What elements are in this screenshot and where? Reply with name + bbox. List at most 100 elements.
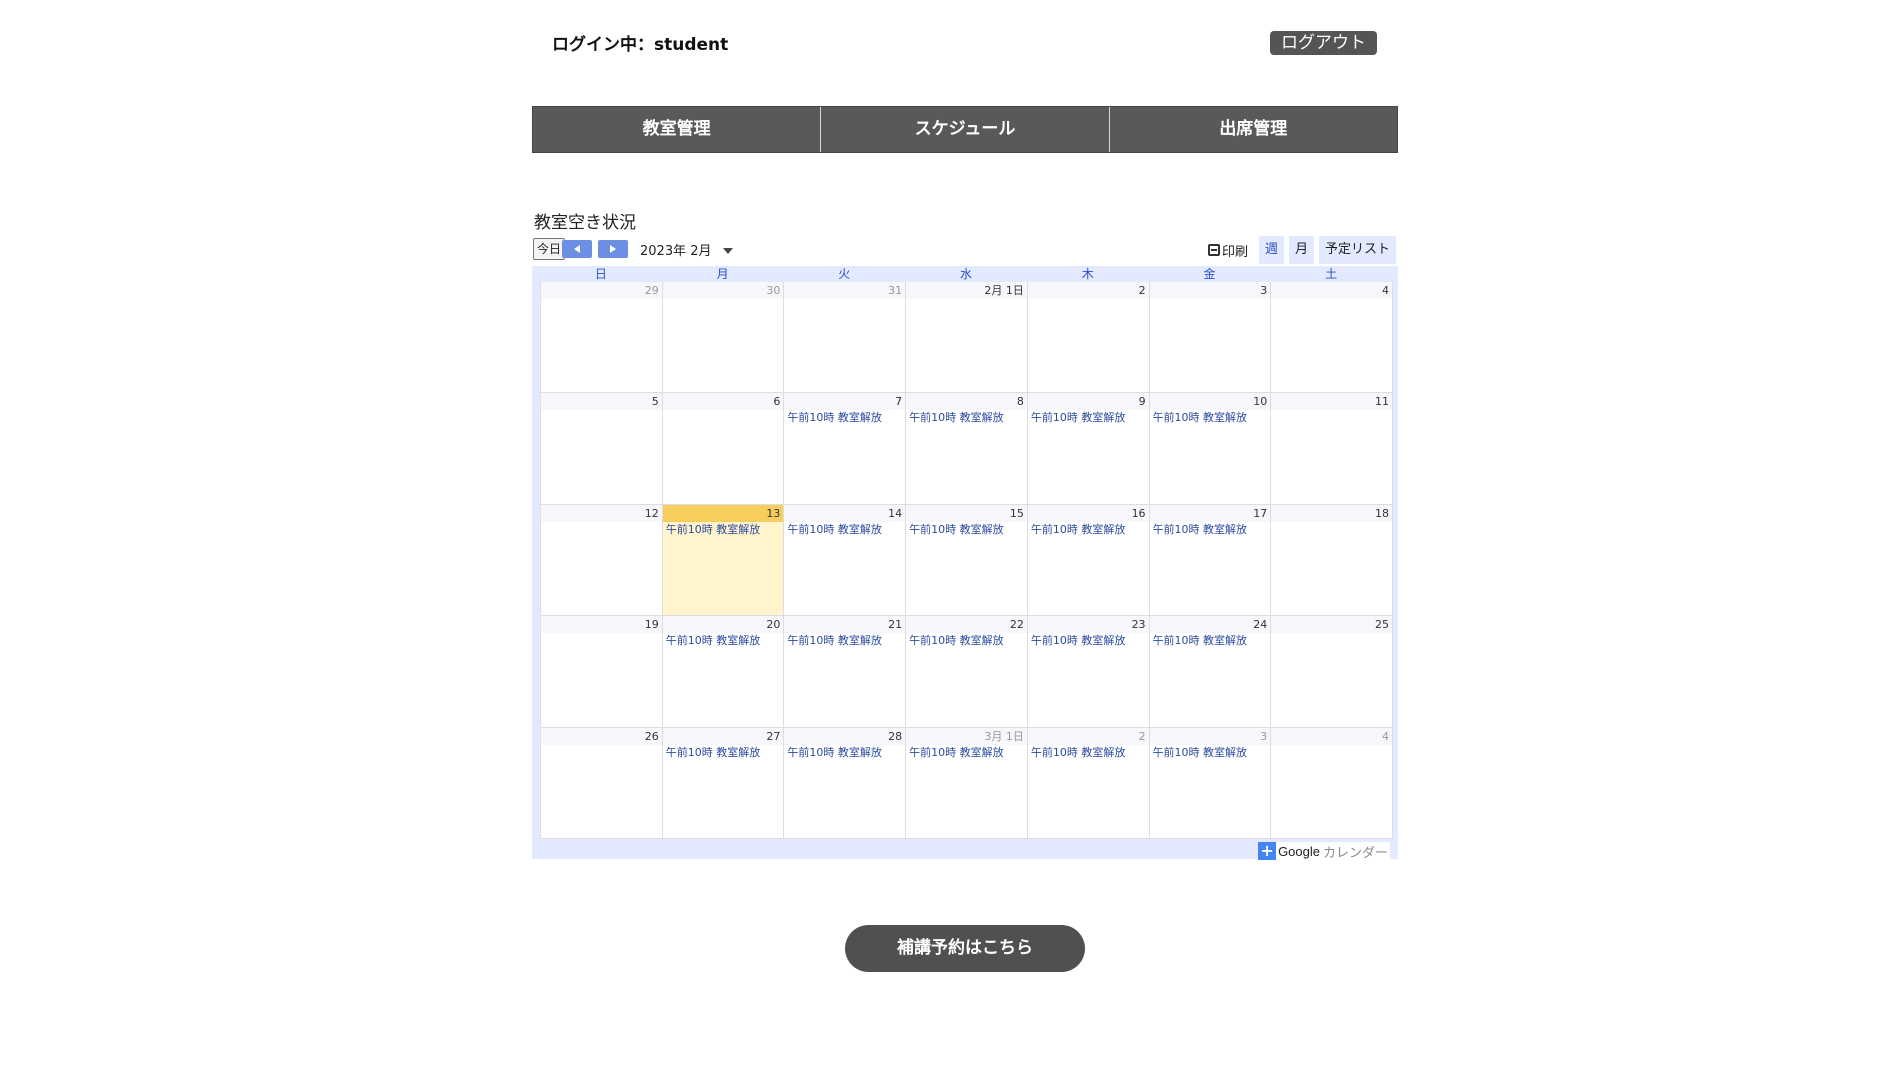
google-logo-text: Google: [1278, 843, 1320, 859]
chevron-right-icon: [610, 245, 616, 253]
day-number: 18: [1271, 504, 1392, 522]
day-cell[interactable]: 31: [784, 282, 907, 394]
day-cell[interactable]: 26: [541, 727, 663, 839]
chevron-left-icon: [574, 245, 580, 253]
print-label: 印刷: [1221, 244, 1248, 260]
day-cell[interactable]: 8 午前10時 教室解放: [906, 393, 1028, 505]
weekday-label: 日: [594, 267, 607, 281]
day-cell[interactable]: 23 午前10時 教室解放: [1027, 616, 1150, 728]
day-cell[interactable]: 15 午前10時 教室解放: [906, 504, 1028, 617]
day-cell[interactable]: 14 午前10時 教室解放: [784, 504, 907, 617]
day-number: 19: [541, 616, 662, 634]
day-number: 3月 1日: [906, 727, 1027, 745]
nav-item-classroom[interactable]: 教室管理: [533, 107, 822, 152]
day-cell[interactable]: 7 午前10時 教室解放: [784, 393, 907, 505]
day-number: 23: [1027, 616, 1149, 634]
nav-item-attendance[interactable]: 出席管理: [1110, 107, 1397, 152]
day-cell[interactable]: 10 午前10時 教室解放: [1149, 393, 1272, 505]
calendar-event[interactable]: 午前10時 教室解放: [906, 745, 1027, 761]
calendar-event[interactable]: 午前10時 教室解放: [1150, 522, 1271, 538]
day-cell[interactable]: 16 午前10時 教室解放: [1027, 504, 1150, 617]
next-month-button[interactable]: [598, 240, 628, 258]
day-number: 2月 1日: [906, 282, 1027, 299]
weekday-label: 木: [1081, 267, 1094, 281]
calendar-widget: 今日 2023年 2月 印刷 週 月 予定リスト 日月火水木金土 29 30 31 2: [532, 234, 1398, 861]
calendar-event[interactable]: 午前10時 教室解放: [1028, 633, 1149, 649]
day-cell[interactable]: 11: [1271, 393, 1393, 505]
day-number: 3: [1149, 282, 1271, 299]
day-number: 22: [906, 616, 1027, 634]
printer-icon: [1207, 244, 1220, 256]
day-number: 11: [1271, 393, 1392, 411]
view-tools: 印刷 週 月 予定リスト: [1207, 236, 1396, 264]
day-cell[interactable]: 12: [541, 504, 663, 617]
day-number: 6: [662, 393, 784, 411]
view-tab-agenda[interactable]: 予定リスト: [1318, 236, 1396, 264]
day-number: 7: [784, 393, 906, 411]
day-cell[interactable]: 3: [1149, 282, 1272, 394]
calendar-event[interactable]: 午前10時 教室解放: [1150, 633, 1271, 649]
day-cell[interactable]: 17 午前10時 教室解放: [1149, 504, 1272, 617]
calendar-event[interactable]: 午前10時 教室解放: [1028, 410, 1149, 426]
day-cell[interactable]: 4: [1271, 282, 1393, 394]
day-cell-today[interactable]: 13 午前10時 教室解放: [662, 504, 785, 617]
nav-item-schedule[interactable]: スケジュール: [821, 107, 1110, 152]
day-cell[interactable]: 3月 1日 午前10時 教室解放: [906, 727, 1028, 839]
caret-down-icon[interactable]: [723, 248, 733, 254]
calendar-event[interactable]: 午前10時 教室解放: [1028, 522, 1149, 538]
calendar-event[interactable]: 午前10時 教室解放: [1028, 745, 1149, 761]
day-number: 17: [1149, 504, 1271, 522]
month-grid: 29 30 31 2月 1日 2 3 4 5 6 7 午前10時 教室解放 8 午前10時 教室解放 9 午…: [540, 282, 1393, 839]
day-cell[interactable]: 4: [1271, 727, 1393, 839]
makeup-booking-button[interactable]: 補講予約はこちら: [845, 925, 1085, 972]
google-calendar-link[interactable]: + Google カレンダー: [1258, 842, 1390, 861]
day-cell[interactable]: 6: [662, 393, 785, 505]
calendar-event[interactable]: 午前10時 教室解放: [906, 633, 1027, 649]
calendar-word: カレンダー: [1322, 845, 1388, 861]
day-cell[interactable]: 2 午前10時 教室解放: [1027, 727, 1150, 839]
logout-button[interactable]: ログアウト: [1270, 31, 1377, 55]
day-cell[interactable]: 25: [1271, 616, 1393, 728]
day-number: 29: [541, 282, 662, 299]
calendar-event[interactable]: 午前10時 教室解放: [784, 410, 905, 426]
day-number: 8: [906, 393, 1027, 411]
day-cell[interactable]: 3 午前10時 教室解放: [1149, 727, 1272, 839]
day-cell[interactable]: 18: [1271, 504, 1393, 617]
today-button[interactable]: 今日: [533, 238, 566, 260]
day-number: 26: [541, 727, 662, 745]
prev-month-button[interactable]: [562, 240, 592, 258]
calendar-event[interactable]: 午前10時 教室解放: [784, 745, 905, 761]
day-number: 3: [1149, 727, 1271, 745]
view-tab-month[interactable]: 月: [1288, 236, 1314, 264]
month-label[interactable]: 2023年 2月: [640, 240, 712, 259]
calendar-event[interactable]: 午前10時 教室解放: [784, 633, 905, 649]
day-cell[interactable]: 27 午前10時 教室解放: [662, 727, 785, 839]
day-cell[interactable]: 2月 1日: [906, 282, 1028, 394]
calendar-event[interactable]: 午前10時 教室解放: [1150, 410, 1271, 426]
day-cell[interactable]: 2: [1027, 282, 1150, 394]
day-number: 9: [1027, 393, 1149, 411]
day-cell[interactable]: 5: [541, 393, 663, 505]
calendar-event[interactable]: 午前10時 教室解放: [906, 522, 1027, 538]
calendar-event[interactable]: 午前10時 教室解放: [906, 410, 1027, 426]
day-cell[interactable]: 21 午前10時 教室解放: [784, 616, 907, 728]
day-number: 21: [784, 616, 906, 634]
weekday-label: 水: [960, 267, 973, 281]
view-tab-week[interactable]: 週: [1258, 236, 1284, 264]
day-number: 20: [662, 616, 784, 634]
day-cell[interactable]: 9 午前10時 教室解放: [1027, 393, 1150, 505]
calendar-event[interactable]: 午前10時 教室解放: [784, 522, 905, 538]
day-cell[interactable]: 29: [541, 282, 663, 394]
day-cell[interactable]: 30: [662, 282, 785, 394]
day-cell[interactable]: 19: [541, 616, 663, 728]
calendar-event[interactable]: 午前10時 教室解放: [1150, 745, 1271, 761]
print-button[interactable]: 印刷: [1207, 241, 1248, 260]
day-cell[interactable]: 22 午前10時 教室解放: [906, 616, 1028, 728]
day-number: 2: [1027, 727, 1149, 745]
day-cell[interactable]: 24 午前10時 教室解放: [1149, 616, 1272, 728]
day-cell[interactable]: 28 午前10時 教室解放: [784, 727, 907, 839]
calendar-event[interactable]: 午前10時 教室解放: [663, 633, 784, 649]
calendar-event[interactable]: 午前10時 教室解放: [663, 522, 784, 538]
calendar-event[interactable]: 午前10時 教室解放: [663, 745, 784, 761]
day-cell[interactable]: 20 午前10時 教室解放: [662, 616, 785, 728]
